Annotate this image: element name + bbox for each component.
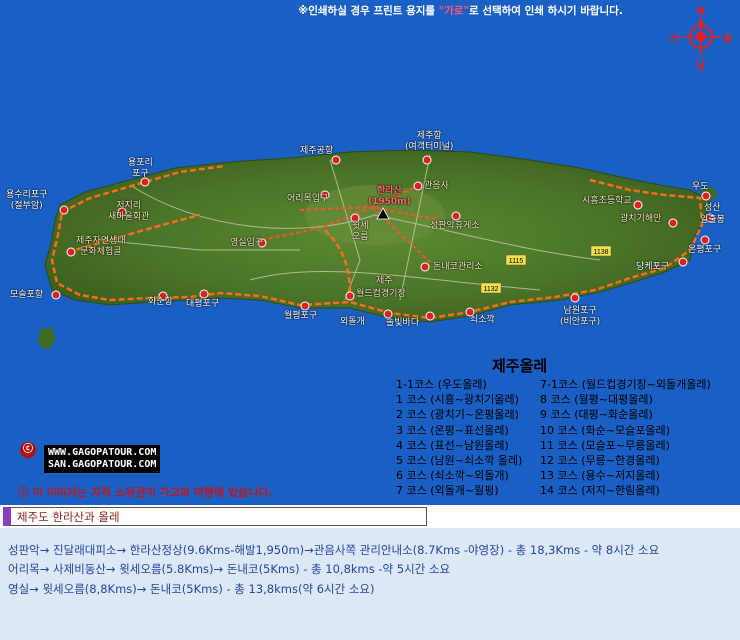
copyright-icon: ⓒ	[20, 442, 36, 458]
label-gwaneumsa: 관음사	[424, 181, 449, 191]
legend-item: 4 코스 (표선~남원올레)	[396, 438, 509, 452]
label-jeojiri: 저지리 새마을회관	[108, 201, 150, 222]
label-gwangchigi: 광치기해안	[620, 214, 662, 224]
label-yongsuri: 용수리포구 (절부암)	[6, 190, 48, 211]
route-line-1: 성판악→ 진달래대피소→ 한라산정상(9.6Kms-해발1,950m)→관음사쪽…	[8, 543, 660, 557]
legend-item: 7 코스 (외돌개~월평)	[396, 484, 499, 498]
label-hwasun: 화순항	[148, 297, 173, 307]
road-1132: 1132	[483, 286, 498, 293]
label-jeju-airport: 제주공항	[300, 146, 334, 156]
label-woljeong: 월평포구	[284, 311, 318, 321]
label-jeju-eco: 제주자연생태 문화체험골	[76, 236, 126, 257]
label-solbat: 솔빛바다	[386, 318, 420, 328]
legend-title: 제주올레	[492, 357, 548, 375]
road-1115: 1115	[509, 258, 524, 265]
label-eorimok: 어리목입구	[287, 194, 329, 204]
route-line-2: 어리목→ 사제비동산→ 윗세오름(5.8Kms)→ 돈내코(5Kms) - 총 …	[8, 562, 451, 576]
website-link-1[interactable]: WWW.GAGOPATOUR.COM	[48, 447, 156, 459]
legend-item: 11 코스 (모슬포~무릉올레)	[540, 438, 670, 452]
label-hallasan: 한라산 (1950m)	[368, 186, 411, 207]
legend-right: 7-1코스 (월드컵경기장~외돌개올레) 8 코스 (월평~대평올레) 9 코스…	[540, 377, 711, 499]
website-link-2[interactable]: SAN.GAGOPATOUR.COM	[48, 459, 156, 471]
legend-item: 2 코스 (광치기~온평올레)	[396, 408, 519, 422]
label-oedolgae: 외돌개	[340, 317, 365, 327]
label-yeongsil: 영실입구	[230, 238, 264, 248]
label-moseulpo: 모슬포항	[10, 290, 44, 300]
notice-highlight: "가로"	[438, 5, 470, 17]
copyright-notice: ⓒ 이 이미지는 지적 소유권이 가고파 여행에 있습니다.	[18, 486, 273, 499]
label-pyoseon: 당케포구	[636, 262, 670, 272]
label-witse: 윗세 오름	[352, 221, 369, 242]
map-area: 1115 1132 1138 제주항 (여객터미널) 제주공항 용포리 포구 용…	[0, 0, 740, 505]
compass-north: 북	[696, 7, 706, 18]
label-namwon: 남원포구 (비안포구)	[560, 306, 601, 327]
road-1138: 1138	[593, 249, 608, 256]
map-caption: 제주도 한라산과 올레	[3, 507, 427, 526]
legend-item: 14 코스 (저지~한림올레)	[540, 484, 660, 498]
label-soesokkak: 쇠소깍	[470, 315, 495, 325]
compass-rose: 북 남 서 동	[665, 3, 737, 72]
legend-item: 10 코스 (화순~모슬포올레)	[540, 423, 670, 437]
compass-south: 남	[696, 61, 706, 72]
label-donnaeko: 돈내코관리소	[433, 262, 483, 272]
label-seongpanak: 성판악휴게소	[430, 221, 480, 231]
legend-item: 6 코스 (쇠소깍~외돌개)	[396, 469, 509, 483]
legend-item: 13 코스 (용수~저지올레)	[540, 469, 660, 483]
notice-text-end: 로 선택하여 인쇄 하시기 바랍니다.	[469, 5, 623, 17]
legend-item: 8 코스 (월평~대평올레)	[540, 393, 653, 407]
label-worldcup: 월드컵경기장	[356, 289, 406, 299]
compass-east: 동	[723, 34, 733, 45]
label-seongsan: 성산	[704, 203, 721, 213]
label-daepyeong: 대평포구	[186, 299, 220, 309]
label-yongpori: 용포리 포구	[128, 158, 153, 179]
islet-marado	[38, 327, 56, 350]
route-info: 성판악→ 진달래대피소→ 한라산정상(9.6Kms-해발1,950m)→관음사쪽…	[0, 528, 740, 640]
label-udo: 우도	[692, 182, 709, 192]
legend-item: 5 코스 (남원~쇠소깍 올레)	[396, 454, 523, 468]
print-notice: ※인쇄하실 경우 프린트 용지를 "가로"로 선택하여 인쇄 하시기 바랍니다.	[298, 3, 623, 18]
legend-item: 7-1코스 (월드컵경기장~외돌개올레)	[540, 378, 711, 391]
label-onpyeong: 온평포구	[688, 245, 722, 255]
legend-left: 1-1코스 (우도올레) 1 코스 (시흥~광치기올레) 2 코스 (광치기~온…	[396, 377, 522, 499]
legend-item: 3 코스 (온평~표선올레)	[396, 423, 509, 437]
route-line-3: 영실→ 윗세오름(8,8Kms)→ 돈내코(5Kms) - 총 13,8kms(…	[8, 582, 375, 596]
legend-item: 1-1코스 (우도올레)	[396, 378, 487, 391]
label-jeju-port: 제주항 (여객터미널)	[405, 131, 454, 152]
legend-item: 1 코스 (시흥~광치기올레)	[396, 393, 519, 407]
label-sihung: 시흥초등학교	[582, 196, 632, 206]
notice-text: ※인쇄하실 경우 프린트 용지를	[298, 5, 439, 17]
legend-item: 12 코스 (무릉~한경올레)	[540, 454, 660, 468]
compass-west: 서	[669, 34, 679, 45]
label-jeju-mid: 제주	[376, 276, 393, 286]
legend-item: 9 코스 (대평~화순올레)	[540, 408, 653, 422]
website-box[interactable]: WWW.GAGOPATOUR.COM SAN.GAGOPATOUR.COM	[44, 445, 161, 473]
label-inchul: 일출봉	[700, 215, 725, 225]
